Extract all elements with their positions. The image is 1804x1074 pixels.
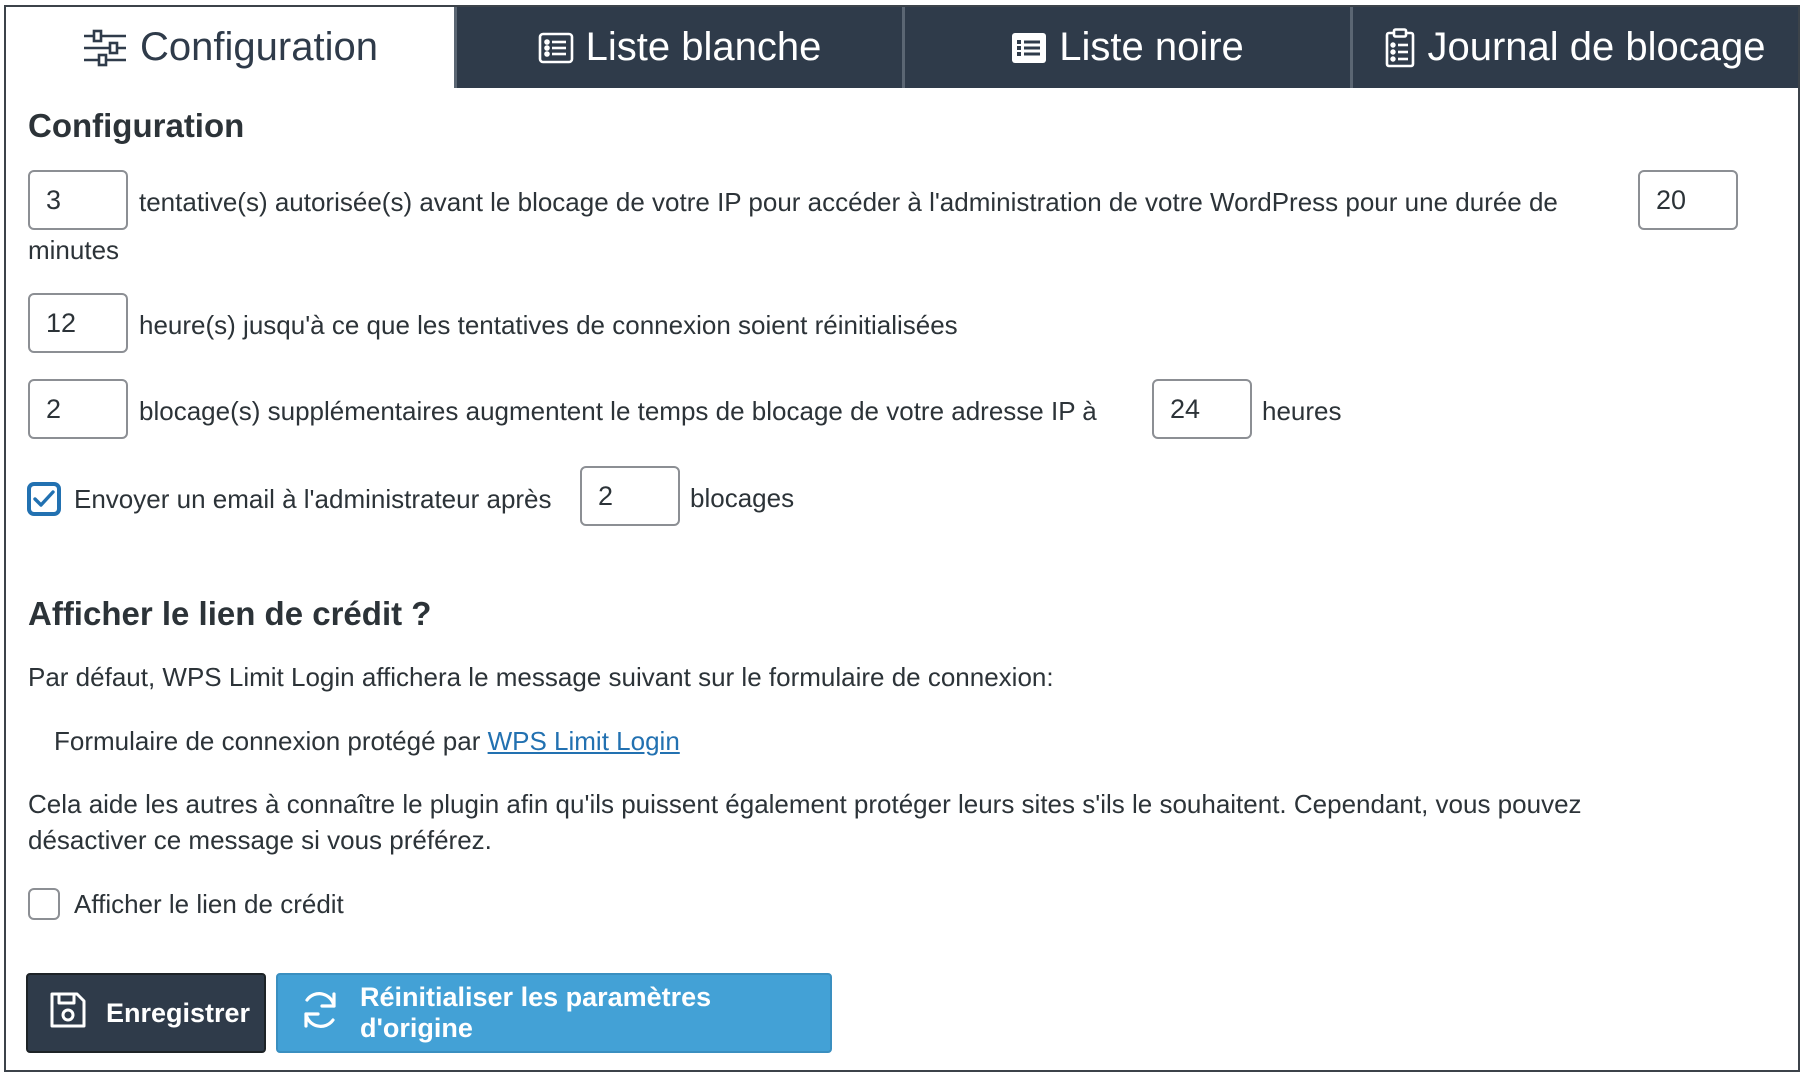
credit-intro: Par défaut, WPS Limit Login affichera le… <box>28 662 1054 692</box>
wps-limit-login-link[interactable]: WPS Limit Login <box>488 726 680 756</box>
config-title: Configuration <box>28 107 245 144</box>
tab-label: Journal de blocage <box>1427 25 1766 69</box>
save-button-label: Enregistrer <box>106 997 251 1028</box>
credit-title: Afficher le lien de crédit ? <box>28 595 432 632</box>
show-credit-checkbox[interactable] <box>28 888 60 920</box>
list-solid-icon <box>1011 32 1047 64</box>
attempts-input[interactable] <box>28 170 128 230</box>
attempts-text: tentative(s) autorisée(s) avant le bloca… <box>139 187 1558 217</box>
extra-lockouts-text: blocage(s) supplémentaires augmentent le… <box>139 396 1097 426</box>
email-admin-checkbox[interactable] <box>28 483 60 515</box>
save-button[interactable]: Enregistrer <box>26 973 266 1053</box>
tab-configuration[interactable]: Configuration <box>6 7 454 88</box>
checkmark-icon <box>33 490 55 507</box>
tab-liste-noire[interactable]: Liste noire <box>902 7 1350 88</box>
credit-sample: Formulaire de connexion protégé par WPS … <box>54 726 680 756</box>
sliders-icon <box>82 29 128 67</box>
email-threshold-input[interactable] <box>580 466 680 526</box>
extra-hours-input[interactable] <box>1152 379 1252 439</box>
reset-defaults-button[interactable]: Réinitialiser les paramètres d'origine <box>276 973 832 1053</box>
refresh-icon <box>298 988 342 1039</box>
duration-unit: minutes <box>28 235 120 265</box>
tab-label: Configuration <box>140 25 378 69</box>
credit-explain-line1: Cela aide les autres à connaître le plug… <box>28 789 1582 819</box>
credit-explain-line2: désactiver ce message si vous préférez. <box>28 825 492 855</box>
reset-button-label: Réinitialiser les paramètres d'origine <box>360 982 712 1043</box>
extra-lockouts-input[interactable] <box>28 379 128 439</box>
duration-input[interactable] <box>1638 170 1738 230</box>
email-threshold-unit: blocages <box>690 483 795 513</box>
floppy-disk-icon <box>48 990 88 1037</box>
reset-hours-text: heure(s) jusqu'à ce que les tentatives d… <box>139 310 958 340</box>
tab-label: Liste noire <box>1059 25 1244 69</box>
extra-hours-unit: heures <box>1262 396 1342 426</box>
clipboard-list-icon <box>1385 27 1415 68</box>
email-admin-label: Envoyer un email à l'administrateur aprè… <box>74 484 552 514</box>
credit-sample-prefix: Formulaire de connexion protégé par <box>54 726 481 756</box>
show-credit-label: Afficher le lien de crédit <box>74 889 344 919</box>
tab-label: Liste blanche <box>585 25 822 69</box>
tab-bar: Configuration Liste blanche Liste noire … <box>6 7 1798 88</box>
tab-journal-de-blocage[interactable]: Journal de blocage <box>1350 7 1798 88</box>
reset-hours-input[interactable] <box>28 293 128 353</box>
tab-liste-blanche[interactable]: Liste blanche <box>454 7 902 88</box>
list-icon <box>538 32 574 64</box>
settings-panel: Configuration Liste blanche Liste noire … <box>4 5 1800 1072</box>
